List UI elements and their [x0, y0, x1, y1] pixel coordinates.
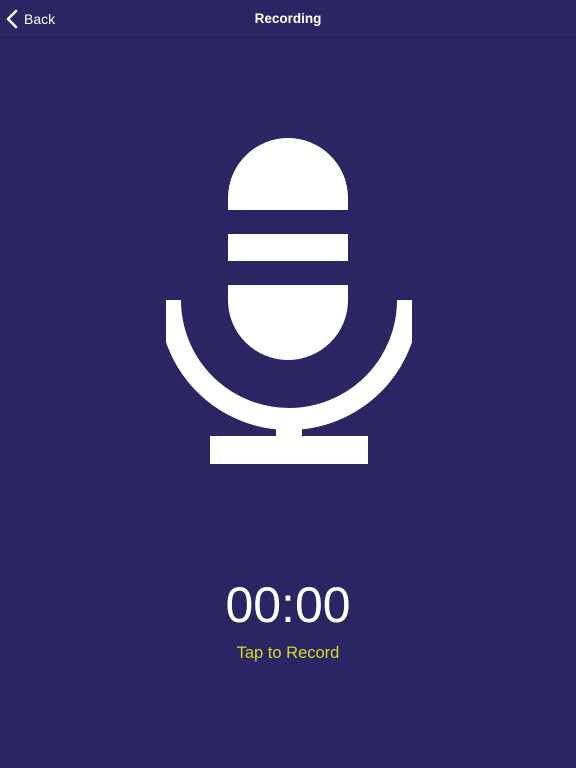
page-title: Recording [254, 11, 322, 26]
tap-to-record-label[interactable]: Tap to Record [0, 642, 576, 664]
record-button[interactable] [166, 138, 412, 468]
navigation-bar: Back Recording [0, 0, 576, 38]
recording-screen: Back Recording 00:00 Tap to Record [0, 0, 576, 768]
microphone-icon [166, 138, 412, 468]
timer-display: 00:00 [225, 577, 351, 633]
